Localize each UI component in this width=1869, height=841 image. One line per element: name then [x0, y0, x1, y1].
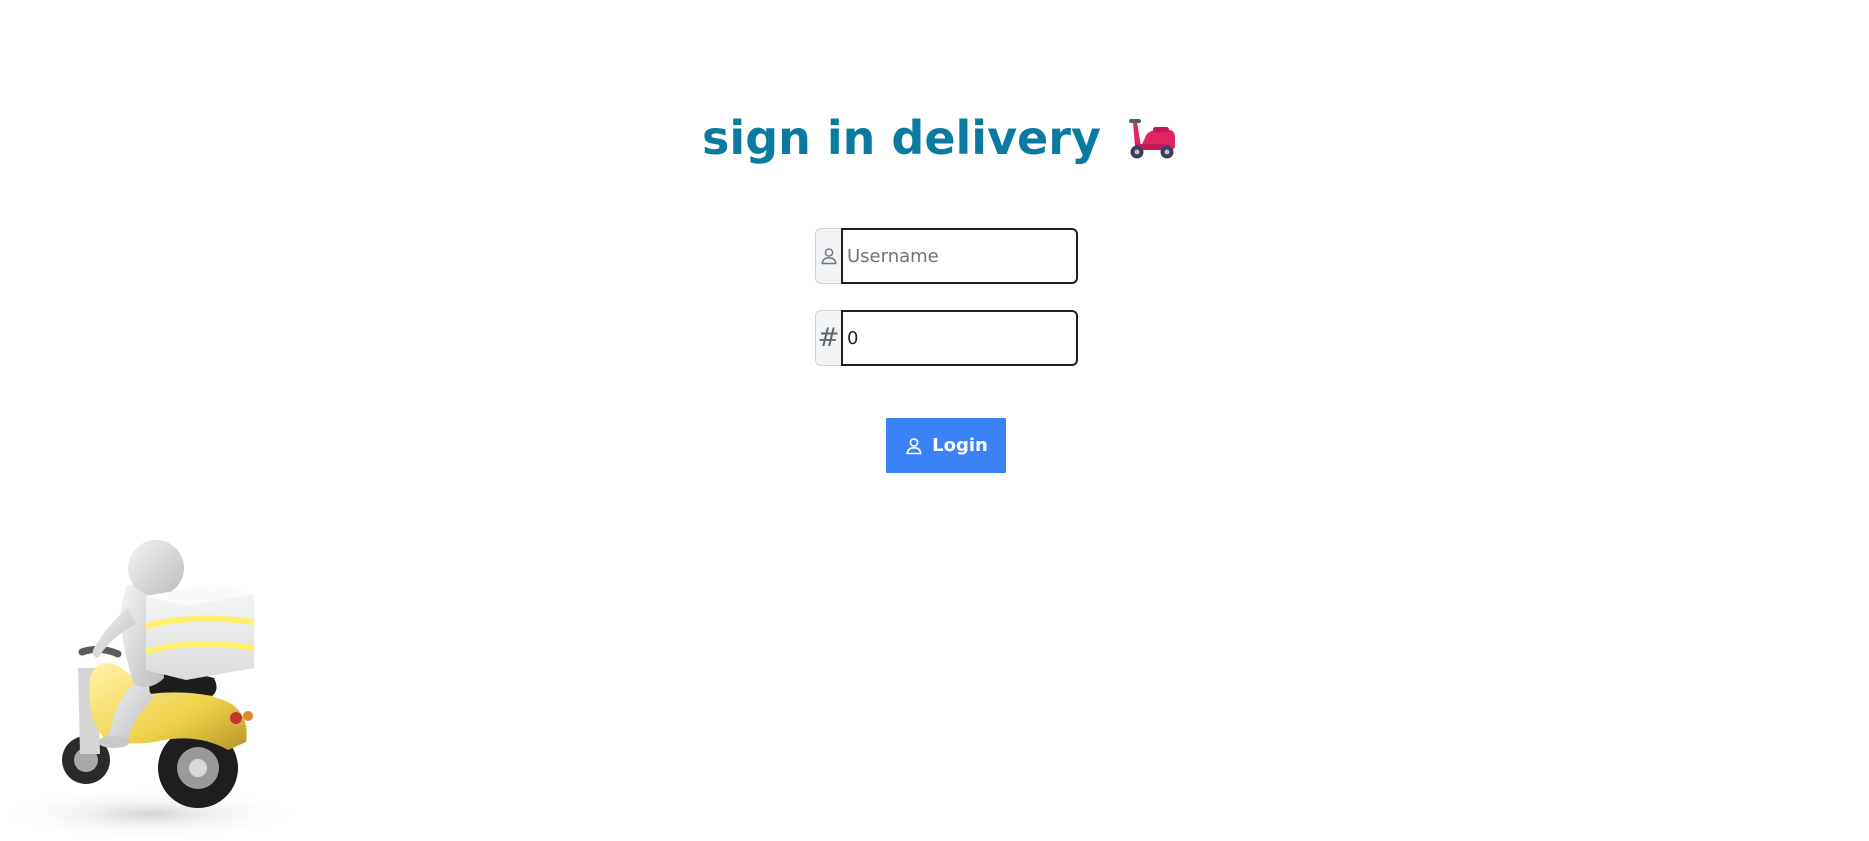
- user-icon: [906, 437, 922, 454]
- user-icon: [821, 248, 836, 265]
- code-input-group: #: [815, 310, 1078, 366]
- login-button-label: Login: [932, 435, 988, 456]
- login-button[interactable]: Login: [886, 418, 1006, 473]
- title-row: sign in delivery: [0, 108, 1869, 168]
- code-input[interactable]: [841, 310, 1078, 366]
- username-input-group: [815, 228, 1078, 284]
- username-input[interactable]: [841, 228, 1078, 284]
- scooter-icon: [1123, 116, 1179, 160]
- page-title: sign in delivery: [702, 111, 1101, 165]
- hash-icon: #: [817, 323, 840, 353]
- delivery-courier-scooter-illustration: [0, 528, 310, 840]
- sign-in-page: sign in delivery Username # 0 Login: [0, 0, 1869, 841]
- code-addon: #: [815, 310, 841, 366]
- username-addon: [815, 228, 841, 284]
